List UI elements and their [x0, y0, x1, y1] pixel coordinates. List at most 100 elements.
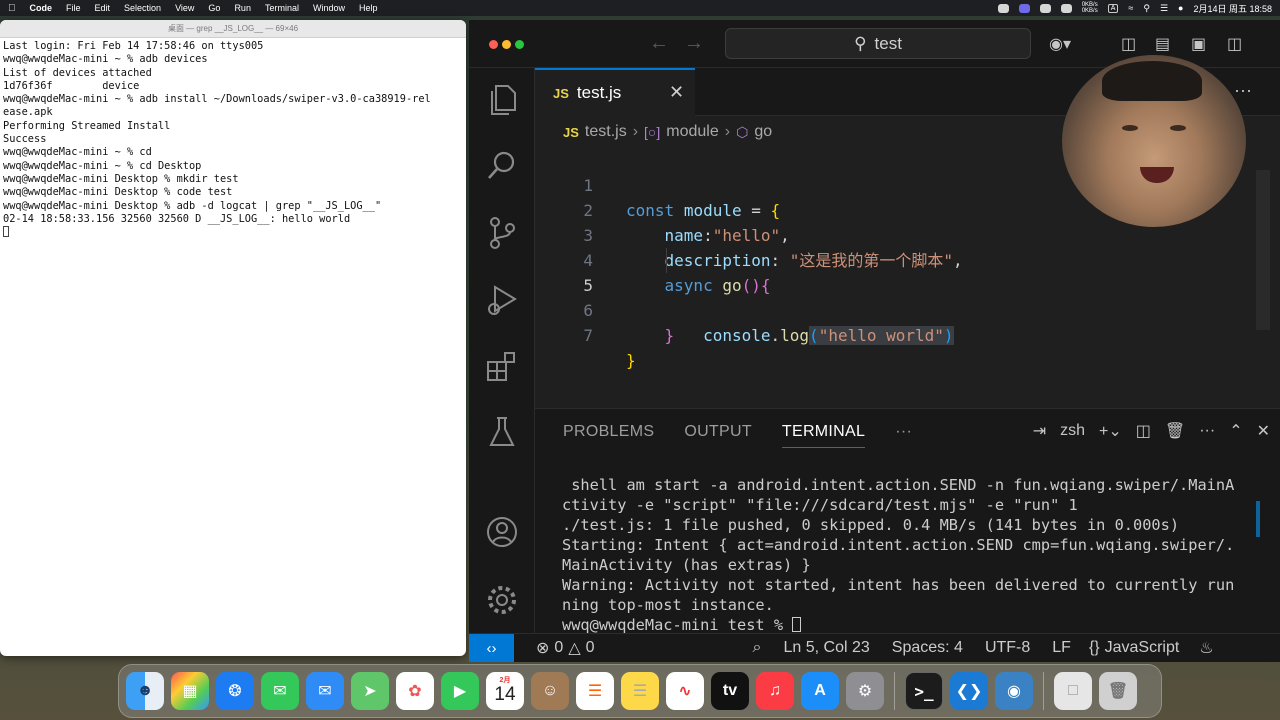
search-icon[interactable] — [482, 145, 522, 185]
window-zoom-button[interactable] — [515, 40, 524, 49]
trash-icon[interactable]: 🗑 — [1099, 672, 1137, 710]
record-status-icon[interactable] — [997, 3, 1009, 13]
menu-terminal[interactable]: Terminal — [265, 3, 299, 13]
close-icon[interactable]: ✕ — [669, 82, 684, 103]
menu-app-name[interactable]: Code — [30, 3, 53, 13]
more-actions-icon[interactable]: ··· — [1234, 80, 1252, 101]
split-terminal-icon[interactable]: ◫ — [1136, 421, 1151, 441]
testing-flask-icon[interactable] — [482, 412, 522, 452]
tab-terminal[interactable]: TERMINAL — [781, 423, 866, 448]
manage-gear-icon[interactable] — [482, 580, 522, 620]
remote-indicator-icon[interactable]: ‹› — [469, 633, 514, 662]
bluetooth-icon[interactable] — [1039, 3, 1051, 13]
tab-output[interactable]: OUTPUT — [684, 423, 752, 448]
menubar-clock[interactable]: 2月14日 周五 18:58 — [1193, 2, 1272, 15]
finder-icon[interactable]: ☻ — [126, 672, 164, 710]
window-close-button[interactable] — [489, 40, 498, 49]
terminal-app-icon[interactable]: >_ — [905, 672, 943, 710]
code-token: } — [664, 326, 675, 345]
back-arrow-icon[interactable]: ← — [649, 32, 669, 55]
menu-help[interactable]: Help — [359, 3, 378, 13]
proxy-app-icon[interactable]: ◉ — [995, 672, 1033, 710]
menu-edit[interactable]: Edit — [95, 3, 111, 13]
copilot-icon[interactable]: ◉▾ — [1049, 34, 1071, 54]
run-debug-icon[interactable] — [482, 280, 522, 320]
photos-icon[interactable]: ✿ — [396, 672, 434, 710]
menu-view[interactable]: View — [175, 3, 194, 13]
notifications-bell-icon[interactable]: ♨ — [1199, 638, 1213, 658]
breadcrumb-file[interactable]: test.js — [585, 123, 627, 141]
freeform-icon[interactable]: ∿ — [666, 672, 704, 710]
terminal-line: Starting: Intent { act=android.intent.ac… — [562, 536, 1235, 554]
contacts-icon[interactable]: ☺ — [531, 672, 569, 710]
document-icon[interactable]: □ — [1054, 672, 1092, 710]
cursor-position[interactable]: Ln 5, Col 23 — [784, 639, 870, 657]
messages-icon[interactable]: ✉ — [261, 672, 299, 710]
close-panel-icon[interactable]: ✕ — [1257, 421, 1270, 441]
input-method-indicator[interactable]: A — [1107, 3, 1119, 13]
vscode-app-icon[interactable]: ❮❯ — [950, 672, 988, 710]
toggle-sidebar-icon[interactable]: ◫ — [1121, 34, 1136, 54]
app-store-icon[interactable]: A — [801, 672, 839, 710]
breadcrumb-symbol-go[interactable]: go — [754, 123, 772, 141]
maps-icon[interactable]: ➤ — [351, 672, 389, 710]
language-mode[interactable]: {} JavaScript — [1089, 639, 1179, 657]
menu-selection[interactable]: Selection — [124, 3, 161, 13]
bottom-panel: PROBLEMS OUTPUT TERMINAL ··· ⇥ zsh +⌄ ◫ … — [535, 408, 1280, 635]
search-icon: ⚲ — [854, 33, 867, 53]
terminal-cursor — [792, 617, 802, 632]
safari-icon[interactable]: ❂ — [216, 672, 254, 710]
panel-more-tabs[interactable]: ··· — [895, 423, 912, 448]
more-actions-icon[interactable]: ··· — [1199, 422, 1215, 440]
system-settings-icon[interactable]: ⚙ — [846, 672, 884, 710]
apple-tv-icon[interactable]: tv — [711, 672, 749, 710]
forward-arrow-icon[interactable]: → — [684, 32, 704, 55]
window-minimize-button[interactable] — [502, 40, 511, 49]
facetime-icon[interactable]: ▶ — [441, 672, 479, 710]
tab-problems[interactable]: PROBLEMS — [563, 423, 654, 448]
notes-icon[interactable]: ☰ — [621, 672, 659, 710]
code-line: 7 } — [535, 298, 1235, 370]
problems-status[interactable]: ⊗ 0 △ 0 — [536, 638, 595, 658]
integrated-terminal[interactable]: shell am start -a android.intent.action.… — [562, 475, 1252, 635]
screen-share-icon[interactable] — [1018, 3, 1030, 13]
music-icon[interactable]: ♫ — [756, 672, 794, 710]
indentation-status[interactable]: Spaces: 4 — [892, 639, 963, 657]
accounts-icon[interactable] — [482, 512, 522, 552]
extensions-icon[interactable] — [482, 347, 522, 387]
apple-logo-icon[interactable]:  — [8, 3, 16, 14]
terminal-window[interactable]: 桌面 — grep __JS_LOG__ — 69×46 Last login:… — [0, 20, 466, 656]
launchpad-icon[interactable]: ▦ — [171, 672, 209, 710]
line-number: 7 — [583, 326, 593, 345]
menu-window[interactable]: Window — [313, 3, 345, 13]
explorer-icon[interactable] — [482, 80, 522, 120]
siri-icon[interactable]: ● — [1178, 3, 1183, 13]
encoding-status[interactable]: UTF-8 — [985, 639, 1030, 657]
menu-go[interactable]: Go — [208, 3, 220, 13]
maximize-panel-icon[interactable]: ⌃ — [1229, 421, 1242, 441]
menu-run[interactable]: Run — [234, 3, 251, 13]
calendar-icon[interactable]: 2月 14 — [486, 672, 524, 710]
breadcrumb-symbol-module[interactable]: module — [666, 123, 718, 141]
editor-scrollbar[interactable] — [1256, 170, 1270, 330]
toggle-bottom-panel-icon[interactable]: ▣ — [1191, 34, 1206, 54]
menubar-app-icon[interactable] — [1060, 3, 1072, 13]
tab-test-js[interactable]: JS test.js ✕ — [535, 68, 695, 116]
menu-file[interactable]: File — [66, 3, 81, 13]
terminal-scrollbar[interactable] — [1256, 501, 1260, 537]
terminal-shell-name[interactable]: zsh — [1060, 422, 1085, 440]
new-terminal-icon[interactable]: +⌄ — [1099, 421, 1122, 441]
control-center-icon[interactable]: ☰ — [1160, 3, 1168, 14]
command-center-search[interactable]: ⚲ test — [725, 28, 1031, 59]
search-icon[interactable]: ⚲ — [1143, 3, 1150, 14]
terminal-output[interactable]: Last login: Fri Feb 14 17:58:46 on ttys0… — [0, 38, 466, 241]
toggle-secondary-sidebar-icon[interactable]: ◫ — [1227, 34, 1242, 54]
reminders-icon[interactable]: ☰ — [576, 672, 614, 710]
mail-icon[interactable]: ✉ — [306, 672, 344, 710]
trash-icon[interactable]: 🗑 — [1165, 421, 1185, 441]
wifi-icon[interactable]: ≈ — [1128, 3, 1133, 13]
source-control-icon[interactable] — [482, 213, 522, 253]
eol-status[interactable]: LF — [1052, 639, 1071, 657]
zoom-icon[interactable]: ⌕ — [753, 639, 762, 657]
toggle-panel-icon[interactable]: ▤ — [1155, 34, 1170, 54]
